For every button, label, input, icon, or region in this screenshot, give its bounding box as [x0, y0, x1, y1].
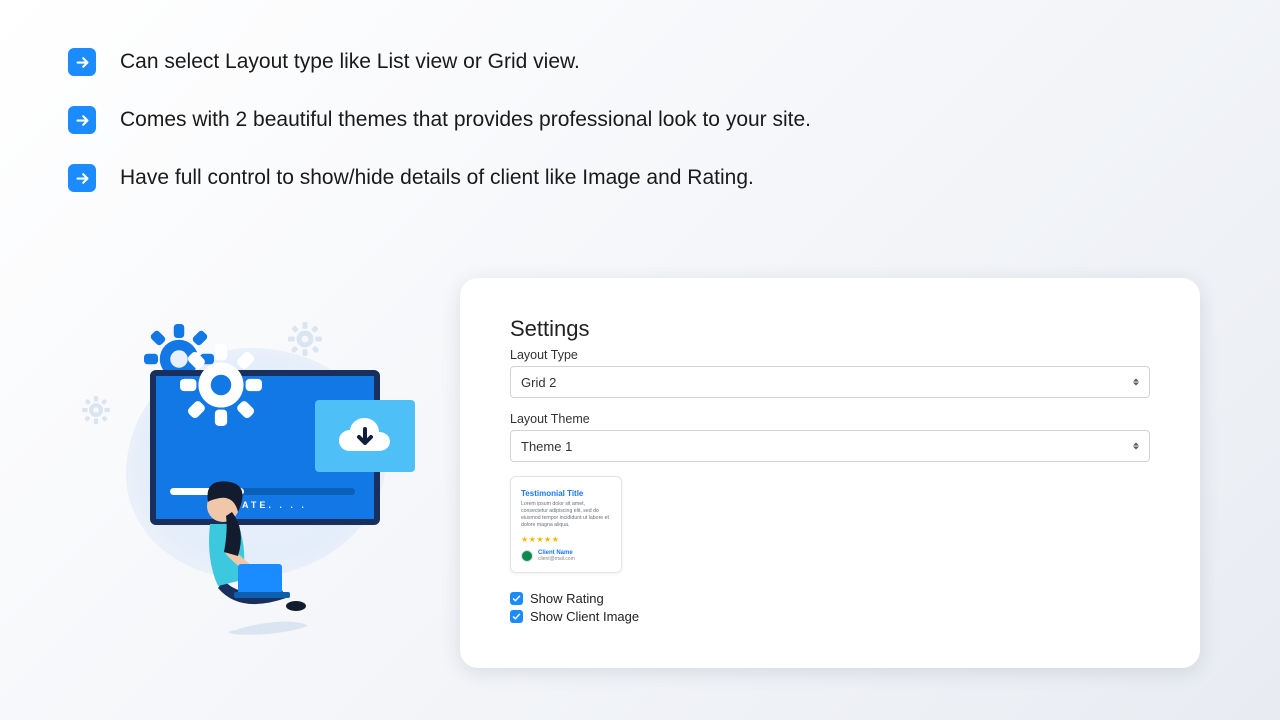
arrow-right-icon	[68, 106, 96, 134]
feature-text: Comes with 2 beautiful themes that provi…	[120, 106, 811, 133]
star-icon: ★★★★★	[521, 535, 611, 544]
person-illustration	[168, 458, 318, 638]
show-client-image-label: Show Client Image	[530, 609, 639, 624]
feature-text: Have full control to show/hide details o…	[120, 164, 754, 191]
gear-icon	[180, 344, 262, 426]
arrow-right-icon	[68, 164, 96, 192]
gear-icon	[288, 322, 322, 356]
arrow-right-icon	[68, 48, 96, 76]
avatar	[521, 550, 533, 562]
layout-theme-group: Layout Theme Theme 1	[510, 412, 1150, 462]
settings-card: Settings Layout Type Grid 2 Layout Theme…	[460, 278, 1200, 668]
layout-type-group: Layout Type Grid 2	[510, 348, 1150, 398]
settings-title: Settings	[510, 316, 1150, 342]
update-illustration: UPDATE. . . .	[120, 310, 420, 640]
feature-list: Can select Layout type like List view or…	[0, 0, 1280, 192]
show-client-image-option[interactable]: Show Client Image	[510, 609, 1150, 624]
preview-body: Lorem ipsum dolor sit amet, consectetur …	[521, 501, 611, 529]
layout-theme-select[interactable]: Theme 1	[510, 430, 1150, 462]
layout-type-label: Layout Type	[510, 348, 1150, 362]
layout-theme-label: Layout Theme	[510, 412, 1150, 426]
feature-item: Can select Layout type like List view or…	[68, 48, 1212, 76]
layout-type-select[interactable]: Grid 2	[510, 366, 1150, 398]
select-caret-icon	[1133, 379, 1139, 386]
theme-preview: Testimonial Title Lorem ipsum dolor sit …	[510, 476, 622, 573]
feature-item: Have full control to show/hide details o…	[68, 164, 1212, 192]
preview-title: Testimonial Title	[521, 489, 611, 498]
checkbox-checked-icon[interactable]	[510, 610, 523, 623]
show-rating-label: Show Rating	[530, 591, 604, 606]
feature-item: Comes with 2 beautiful themes that provi…	[68, 106, 1212, 134]
cloud-download-icon	[315, 400, 415, 472]
layout-theme-value: Theme 1	[521, 439, 572, 454]
preview-client-email: client@mail.com	[538, 556, 575, 562]
feature-text: Can select Layout type like List view or…	[120, 48, 580, 75]
preview-client: Client Name client@mail.com	[521, 550, 611, 562]
layout-type-value: Grid 2	[521, 375, 556, 390]
select-caret-icon	[1133, 443, 1139, 450]
gear-icon	[82, 396, 110, 424]
checkbox-checked-icon[interactable]	[510, 592, 523, 605]
show-rating-option[interactable]: Show Rating	[510, 591, 1150, 606]
